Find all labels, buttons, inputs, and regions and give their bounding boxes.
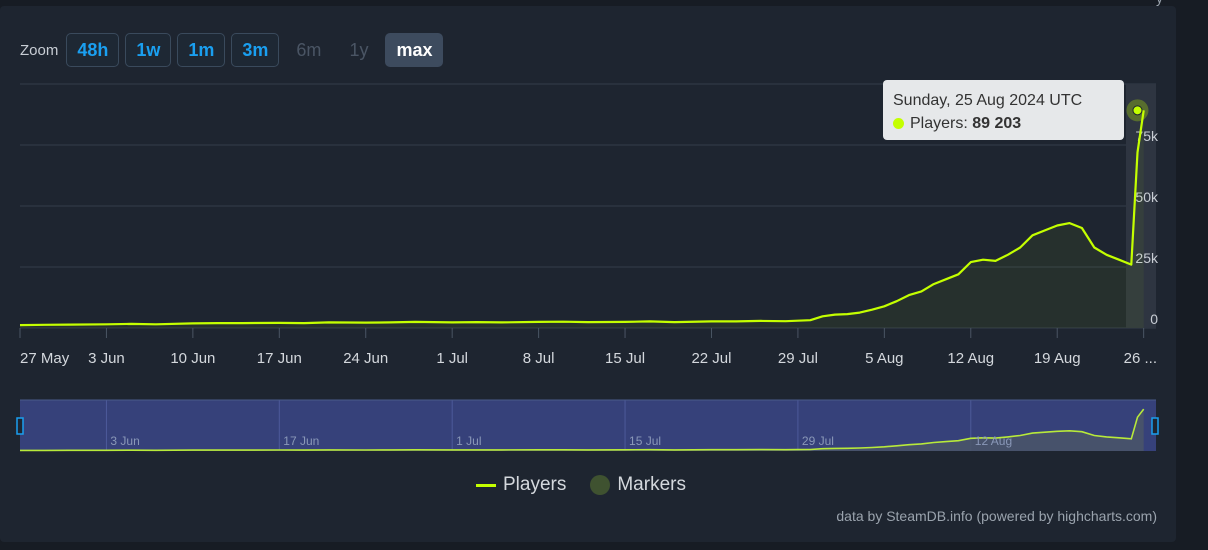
x-tick-label: 5 Aug [865, 350, 903, 367]
x-tick-label: 27 May [20, 350, 70, 367]
x-tick-label: 19 Aug [1034, 350, 1081, 367]
players-area [20, 110, 1144, 328]
x-tick-label: 1 Jul [436, 350, 468, 367]
x-tick-label: 24 Jun [343, 350, 388, 367]
x-tick-label: 8 Jul [523, 350, 555, 367]
navigator-tick-label: 1 Jul [456, 434, 481, 448]
navigator-tick-label: 17 Jun [283, 434, 319, 448]
chart-legend: Players Markers [476, 474, 710, 496]
legend-label-markers: Markers [617, 474, 686, 495]
x-tick-label: 15 Jul [605, 350, 645, 367]
navigator-tick-label: 29 Jul [802, 434, 834, 448]
x-tick-label: 17 Jun [257, 350, 302, 367]
chart-credits[interactable]: data by SteamDB.info (powered by highcha… [836, 508, 1157, 524]
navigator-tick-label: 3 Jun [110, 434, 139, 448]
x-tick-label: 22 Jul [691, 350, 731, 367]
hover-point[interactable] [1132, 105, 1143, 116]
navigator-left-handle[interactable] [16, 417, 24, 435]
series-dot-icon [893, 118, 904, 129]
navigator[interactable]: 3 Jun 17 Jun 1 Jul 15 Jul 29 Jul 12 Aug [16, 399, 1159, 452]
chart-tooltip: Sunday, 25 Aug 2024 UTC Players: 89 203 [883, 80, 1124, 140]
x-tick-label: 12 Aug [947, 350, 994, 367]
x-tick-label: 26 ... [1124, 350, 1157, 367]
x-tick-label: 10 Jun [170, 350, 215, 367]
circle-swatch-icon [590, 475, 611, 495]
x-axis-ticks [19, 328, 1145, 338]
line-swatch-icon [476, 483, 496, 487]
legend-label-players: Players [503, 474, 567, 495]
navigator-right-handle[interactable] [1151, 417, 1159, 435]
legend-item-players[interactable]: Players [476, 474, 566, 496]
tooltip-date: Sunday, 25 Aug 2024 UTC [893, 92, 1083, 109]
y-tick-label: 0 [1150, 311, 1158, 327]
legend-item-markers[interactable]: Markers [590, 474, 686, 496]
navigator-tick-label: 12 Aug [975, 434, 1012, 448]
x-tick-label: 29 Jul [778, 350, 818, 367]
x-axis-labels: 27 May 3 Jun 10 Jun 17 Jun 24 Jun 1 Jul 8 Jul 1… [20, 350, 1157, 367]
tooltip-series-label: Players: [910, 115, 973, 132]
tooltip-value: 89 203 [972, 115, 1022, 132]
tooltip-value-row: Players: 89 203 [893, 112, 1124, 135]
x-tick-label: 3 Jun [88, 350, 125, 367]
navigator-tick-label: 15 Jul [629, 434, 661, 448]
